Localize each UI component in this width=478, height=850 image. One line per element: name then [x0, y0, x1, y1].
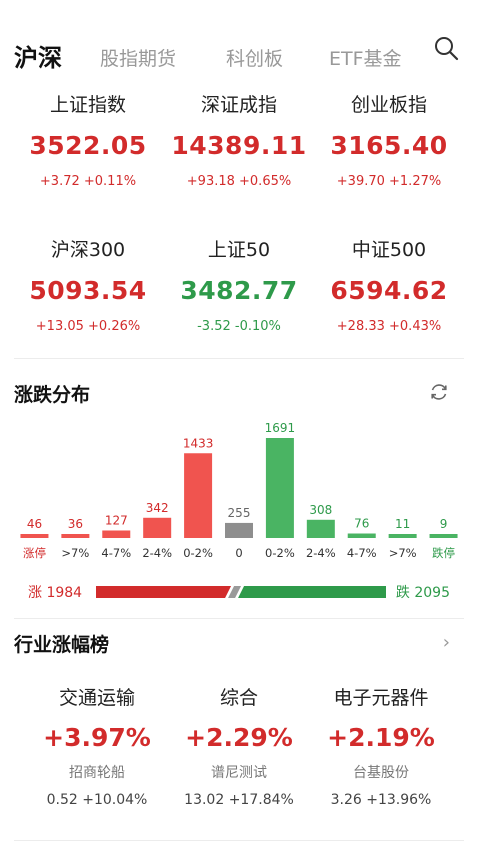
market-tabs: 沪深 股指期货 科创板 ETF基金: [14, 34, 468, 74]
industry-name: 综合: [219, 687, 258, 709]
leading-stock: 谱尼测试: [211, 765, 267, 781]
industry-title: 行业涨幅榜: [14, 634, 110, 656]
bar-category-label: 0: [235, 546, 242, 560]
divider: [14, 840, 464, 841]
distribution-title: 涨跌分布: [14, 384, 91, 406]
index-value: 6594.62: [330, 276, 448, 305]
bar-value-label: 46: [27, 517, 42, 531]
divider: [14, 358, 464, 359]
industry-name: 交通运输: [58, 687, 135, 709]
industry-change: +3.97%: [43, 723, 151, 752]
bar-category-label: >7%: [389, 546, 417, 560]
bar-value-label: 9: [440, 517, 448, 531]
distribution-bar: [388, 534, 417, 538]
distribution-bar: [347, 533, 376, 538]
bar-category-label: 0-2%: [183, 546, 213, 560]
industry-name: 电子元器件: [333, 687, 429, 709]
index-card-sz[interactable]: 深证成指 14389.11 +93.18 +0.65%: [159, 90, 319, 189]
bar-value-label: 36: [68, 517, 83, 531]
tab-etf-funds[interactable]: ETF基金: [329, 44, 402, 71]
index-change: +39.70 +1.27%: [336, 174, 442, 189]
index-card-csi500[interactable]: 中证500 6594.62 +28.33 +0.43%: [309, 235, 469, 334]
bar-value-label: 76: [354, 517, 369, 531]
bar-value-label: 342: [146, 501, 169, 515]
distribution-bar: [306, 519, 335, 538]
index-name: 深证成指: [200, 94, 277, 116]
bar-category-label: 4-7%: [101, 546, 131, 560]
index-card-hs300[interactable]: 沪深300 5093.54 +13.05 +0.26%: [8, 235, 168, 334]
tab-star-market[interactable]: 科创板: [226, 44, 283, 71]
index-name: 创业板指: [350, 94, 427, 116]
up-count-label: 涨 1984: [28, 585, 82, 601]
bar-category-label: 0-2%: [265, 546, 295, 560]
chevron-right-icon[interactable]: ›: [443, 632, 450, 653]
index-name: 沪深300: [50, 239, 126, 261]
bar-category-label: 2-4%: [142, 546, 172, 560]
index-change: +93.18 +0.65%: [186, 174, 292, 189]
distribution-bar: [61, 534, 90, 538]
bar-category-label: 4-7%: [347, 546, 377, 560]
distribution-bar: [429, 534, 458, 538]
index-change: +3.72 +0.11%: [39, 174, 137, 189]
index-change: -3.52 -0.10%: [197, 319, 281, 334]
up-ratio-bar: [96, 586, 232, 598]
index-change: +13.05 +0.26%: [35, 319, 141, 334]
index-value: 3165.40: [330, 131, 448, 160]
index-card-sh[interactable]: 上证指数 3522.05 +3.72 +0.11%: [8, 90, 168, 189]
bar-value-label: 1691: [265, 421, 296, 435]
distribution-bar: [20, 534, 49, 538]
bar-category-label: 跌停: [432, 546, 455, 560]
industry-card[interactable]: 综合 +2.29% 谱尼测试 13.02 +17.84%: [164, 683, 314, 808]
leading-stock-detail: 3.26 +13.96%: [330, 792, 432, 808]
index-value: 5093.54: [29, 276, 147, 305]
distribution-bar: [184, 453, 213, 538]
index-value: 3482.77: [180, 276, 298, 305]
industry-change: +2.19%: [327, 723, 435, 752]
distribution-chart: 46 涨停 36 >7% 127 4-7% 342 2-4% 1433 0-2% 255 0 1691 0…: [20, 421, 458, 560]
index-card-sz50[interactable]: 上证50 3482.77 -3.52 -0.10%: [159, 235, 319, 334]
distribution-bar: [102, 530, 131, 538]
bar-value-label: 1433: [183, 436, 214, 450]
tab-shanghai-shenzhen[interactable]: 沪深: [14, 38, 62, 73]
index-card-chinext[interactable]: 创业板指 3165.40 +39.70 +1.27%: [309, 90, 469, 189]
leading-stock: 招商轮船: [69, 765, 125, 781]
search-icon[interactable]: [432, 34, 462, 64]
divider: [14, 618, 464, 619]
distribution-bar: [143, 517, 172, 538]
tab-index-futures[interactable]: 股指期货: [100, 44, 176, 71]
industry-card[interactable]: 电子元器件 +2.19% 台基股份 3.26 +13.96%: [306, 683, 456, 808]
up-down-ratio: 涨 1984 跌 2095: [28, 585, 450, 601]
down-ratio-bar: [238, 586, 386, 598]
distribution-bar: [225, 522, 253, 538]
industry-card[interactable]: 交通运输 +3.97% 招商轮船 0.52 +10.04%: [22, 683, 172, 808]
bar-value-label: 308: [309, 503, 332, 517]
industry-change: +2.29%: [185, 723, 293, 752]
leading-stock-detail: 13.02 +17.84%: [184, 792, 294, 808]
index-name: 上证50: [207, 239, 271, 261]
index-value: 3522.05: [29, 131, 147, 160]
leading-stock-detail: 0.52 +10.04%: [46, 792, 148, 808]
bar-category-label: >7%: [61, 546, 89, 560]
index-name: 上证指数: [49, 94, 126, 116]
bar-value-label: 127: [105, 513, 128, 527]
distribution-bar: [265, 438, 294, 538]
bar-value-label: 11: [395, 517, 410, 531]
index-name: 中证500: [351, 239, 427, 261]
bar-value-label: 255: [228, 506, 251, 520]
bar-category-label: 涨停: [23, 546, 46, 560]
index-change: +28.33 +0.43%: [336, 319, 442, 334]
refresh-icon[interactable]: [428, 381, 450, 403]
index-value: 14389.11: [171, 131, 307, 160]
down-count-label: 跌 2095: [396, 585, 450, 601]
bar-category-label: 2-4%: [306, 546, 336, 560]
leading-stock: 台基股份: [353, 765, 409, 781]
